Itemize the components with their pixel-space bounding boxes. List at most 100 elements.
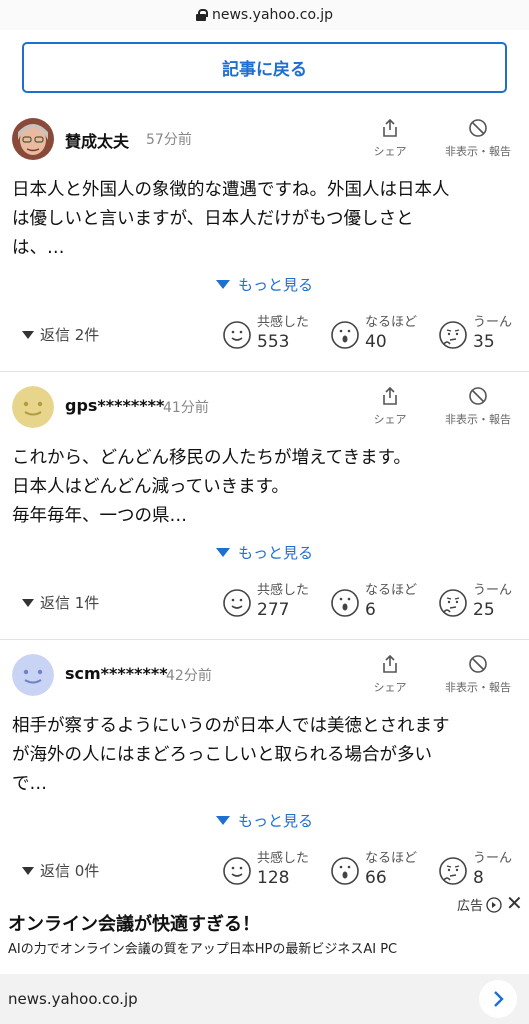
ad-label-text: 広告 [457, 899, 484, 914]
triangle-down-icon [22, 330, 34, 339]
comment-item: scm******** 42分前 シェア 非表示・報告 相手が察するようにいうの… [0, 640, 529, 892]
timestamp: 42分前 [166, 668, 212, 684]
share-icon [383, 118, 397, 137]
reaction-count: 40 [365, 332, 387, 352]
ad-close-icon[interactable]: ✕ [506, 892, 523, 914]
thinking-face-icon [439, 321, 467, 349]
thinking-face-icon [439, 857, 467, 885]
reaction-empathy-button[interactable]: 共感した 553 [222, 314, 309, 353]
username[interactable]: scm******** [65, 664, 168, 683]
comment-line: 相手が察するようにいうのが日本人では美徳とされます [12, 716, 450, 736]
replies-toggle[interactable]: 返信 0件 [22, 860, 99, 881]
show-more-label: もっと見る [238, 812, 314, 830]
reaction-count: 277 [257, 600, 290, 620]
timestamp: 41分前 [163, 400, 209, 416]
surprised-face-icon [331, 321, 359, 349]
comment-item: 賛成太夫 57分前 シェア 非表示・報告 日本人と外国人の象徴的な遭遇ですね。外… [0, 104, 529, 372]
ad-description[interactable]: AIの力でオンライン会議の質をアップ日本HPの最新ビジネスAI PC [8, 938, 397, 957]
triangle-down-icon [22, 598, 34, 607]
reaction-label: うーん [473, 583, 513, 598]
address-url: news.yahoo.co.jp [212, 7, 333, 23]
reaction-count: 553 [257, 332, 290, 352]
reaction-label: 共感した [257, 851, 310, 866]
reaction-label: 共感した [257, 583, 310, 598]
username[interactable]: gps******** [65, 396, 164, 415]
hide-report-label: 非表示・報告 [445, 681, 511, 694]
username[interactable]: 賛成太夫 [65, 128, 129, 152]
hide-report-button[interactable]: 非表示・報告 [434, 654, 522, 695]
comment-line: 毎年毎年、一つの県… [12, 506, 187, 526]
reaction-insight-button[interactable]: なるほど 6 [330, 582, 417, 621]
prohibit-icon [469, 655, 487, 673]
hide-report-button[interactable]: 非表示・報告 [434, 386, 522, 427]
show-more-button[interactable]: もっと見る [216, 810, 313, 831]
back-to-article-button[interactable]: 記事に戻る [22, 42, 507, 93]
replies-toggle[interactable]: 返信 1件 [22, 592, 99, 613]
share-button[interactable]: シェア [368, 118, 412, 159]
show-more-label: もっと見る [238, 544, 314, 562]
replies-toggle[interactable]: 返信 2件 [22, 324, 99, 345]
reaction-count: 35 [473, 332, 495, 352]
prohibit-icon [469, 387, 487, 405]
reaction-label: うーん [473, 851, 513, 866]
reaction-count: 66 [365, 868, 387, 888]
share-icon [383, 386, 397, 405]
comment-body: 日本人と外国人の象徴的な遭遇ですね。外国人は日本人 は優しいと言いますが、日本人… [12, 176, 517, 263]
show-more-button[interactable]: もっと見る [216, 274, 313, 295]
replies-label: 返信 1件 [40, 594, 100, 612]
address-bar[interactable]: news.yahoo.co.jp [0, 0, 529, 30]
comment-line: が海外の人にはまどろっこしいと取られる場合が多い [12, 745, 432, 765]
reaction-empathy-button[interactable]: 共感した 277 [222, 582, 309, 621]
hide-report-label: 非表示・報告 [445, 413, 511, 426]
lock-icon [196, 9, 208, 21]
surprised-face-icon [331, 589, 359, 617]
share-button[interactable]: シェア [368, 386, 412, 427]
reaction-insight-button[interactable]: なるほど 40 [330, 314, 417, 353]
comment-body: これから、どんどん移民の人たちが増えてきます。 日本人はどんどん減っていきます。… [12, 444, 517, 531]
reaction-hmm-button[interactable]: うーん 35 [438, 314, 512, 353]
ad-label: 広告 [457, 895, 502, 914]
bottom-url[interactable]: news.yahoo.co.jp [8, 990, 138, 1008]
comment-line: これから、どんどん移民の人たちが増えてきます。 [12, 448, 411, 468]
show-more-button[interactable]: もっと見る [216, 542, 313, 563]
share-label: シェア [373, 145, 407, 158]
reaction-count: 6 [365, 600, 376, 620]
share-label: シェア [373, 413, 407, 426]
comment-line: 日本人と外国人の象徴的な遭遇ですね。外国人は日本人 [12, 180, 450, 200]
reaction-hmm-button[interactable]: うーん 8 [438, 850, 512, 889]
reaction-count: 25 [473, 600, 495, 620]
reaction-count: 8 [473, 868, 484, 888]
smile-face-icon [223, 857, 251, 885]
comment-line: で… [12, 774, 47, 794]
share-button[interactable]: シェア [368, 654, 412, 695]
reaction-empathy-button[interactable]: 共感した 128 [222, 850, 309, 889]
comment-line: は、… [12, 238, 65, 258]
triangle-down-icon [216, 548, 230, 557]
avatar[interactable] [12, 118, 54, 160]
surprised-face-icon [331, 857, 359, 885]
ad-title[interactable]: オンライン会議が快適すぎる！ [8, 910, 260, 936]
triangle-down-icon [216, 280, 230, 289]
reaction-insight-button[interactable]: なるほど 66 [330, 850, 417, 889]
share-icon [383, 654, 397, 673]
share-label: シェア [373, 681, 407, 694]
thinking-face-icon [439, 589, 467, 617]
comment-line: は優しいと言いますが、日本人だけがもつ優しさと [12, 209, 414, 229]
replies-label: 返信 2件 [40, 326, 100, 344]
avatar[interactable] [12, 654, 54, 696]
hide-report-button[interactable]: 非表示・報告 [434, 118, 522, 159]
timestamp: 57分前 [146, 132, 192, 148]
avatar[interactable] [12, 386, 54, 428]
reaction-count: 128 [257, 868, 290, 888]
reaction-hmm-button[interactable]: うーん 25 [438, 582, 512, 621]
smile-face-icon [223, 589, 251, 617]
prohibit-icon [469, 119, 487, 137]
bottom-address-bar[interactable]: news.yahoo.co.jp [0, 974, 529, 1024]
comment-body: 相手が察するようにいうのが日本人では美徳とされます が海外の人にはまどろっこしい… [12, 712, 517, 799]
ad-info-icon[interactable] [486, 896, 502, 913]
forward-button[interactable] [479, 980, 517, 1018]
replies-label: 返信 0件 [40, 862, 100, 880]
smile-face-icon [223, 321, 251, 349]
show-more-label: もっと見る [238, 276, 314, 294]
ad-banner[interactable]: 広告 ✕ オンライン会議が快適すぎる！ AIの力でオンライン会議の質をアップ日本… [0, 892, 529, 974]
